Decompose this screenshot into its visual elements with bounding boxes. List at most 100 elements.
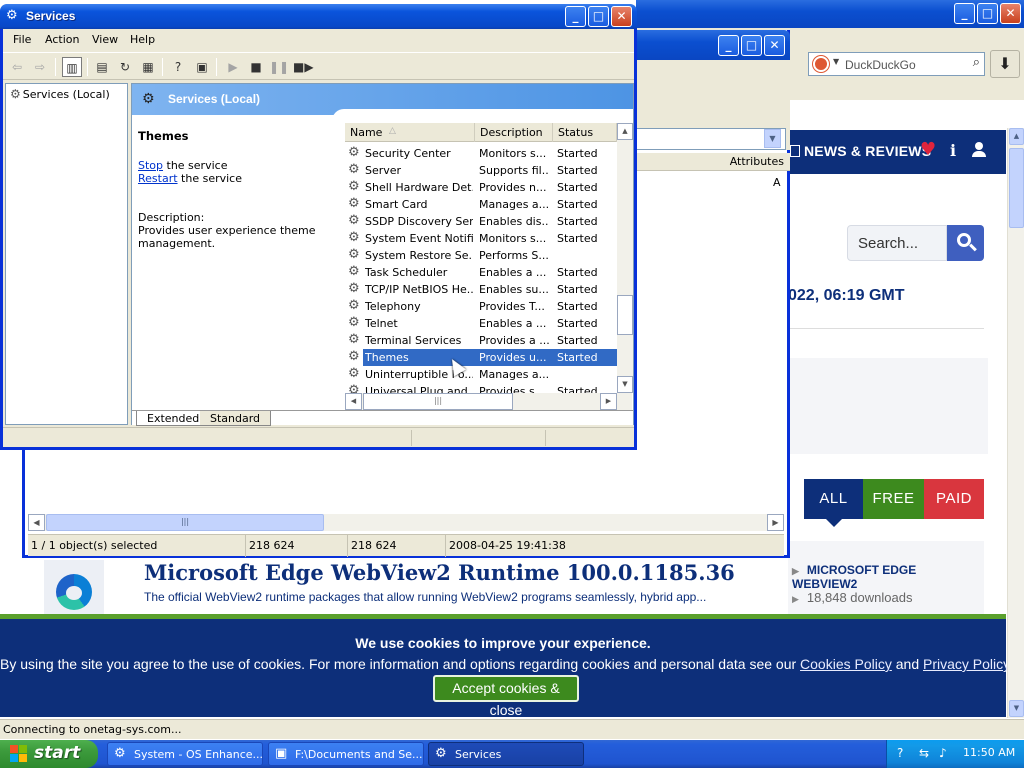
menu-action[interactable]: Action [45, 33, 79, 46]
scroll-down-icon[interactable]: ▼ [1009, 700, 1024, 717]
user-icon[interactable] [972, 142, 986, 158]
back-icon[interactable]: ⇦ [7, 57, 27, 77]
service-description: Enables su... [479, 283, 549, 296]
chevron-down-icon[interactable]: ▼ [764, 129, 781, 148]
services-titlebar[interactable]: ⚙ Services _ □ ✕ [0, 4, 637, 29]
service-name: Telephony [365, 300, 421, 313]
scroll-thumb[interactable] [1009, 148, 1024, 228]
chevron-right-icon: ▶ [792, 594, 799, 604]
heart-icon[interactable]: ♥ [920, 139, 936, 160]
close-button[interactable]: ✕ [764, 35, 785, 56]
list-item[interactable]: ⚙ Task Scheduler Enables a ... Started [345, 264, 617, 281]
tab-all[interactable]: ALL [804, 479, 863, 527]
task-system[interactable]: ⚙ System - OS Enhance... [107, 742, 263, 766]
forward-icon[interactable]: ⇨ [30, 57, 50, 77]
list-item[interactable]: ⚙ Security Center Monitors s... Started [345, 145, 617, 162]
site-search-input[interactable]: Search... [847, 225, 947, 261]
browser-vertical-scrollbar[interactable]: ▲ ▼ [1007, 128, 1024, 718]
list-item[interactable]: ⚙ Server Supports fil... Started [345, 162, 617, 179]
show-hide-tree-icon[interactable]: ▥ [62, 57, 82, 77]
divider [788, 328, 984, 329]
site-search-button[interactable] [947, 225, 984, 261]
start-button[interactable]: start [0, 740, 98, 768]
list-item[interactable]: ⚙ Universal Plug and ... Provides s... Star… [345, 383, 617, 393]
help-icon[interactable]: ? [897, 746, 903, 760]
column-header-name[interactable]: Name △ [345, 123, 475, 142]
chevron-down-icon[interactable]: ▼ [833, 57, 839, 66]
scroll-down-icon[interactable]: ▼ [617, 376, 633, 393]
privacy-policy-link[interactable]: Privacy Policy [923, 656, 1010, 672]
download-icon[interactable]: ⬇ [990, 50, 1020, 78]
license-filter-tabs: ALL FREE PAID [804, 479, 984, 527]
action-pane-icon[interactable]: ▣ [192, 57, 212, 77]
clock[interactable]: 11:50 AM [963, 746, 1015, 759]
list-item[interactable]: ⚙ System Event Notifi... Monitors s... Star… [345, 230, 617, 247]
task-services[interactable]: ⚙ Services [428, 742, 584, 766]
stop-service-link[interactable]: Stop [138, 159, 163, 172]
refresh-icon[interactable]: ↻ [115, 57, 135, 77]
minimize-button[interactable]: _ [718, 35, 739, 56]
list-item[interactable]: ⚙ Telnet Enables a ... Started [345, 315, 617, 332]
product-title[interactable]: Microsoft Edge WebView2 Runtime 100.0.11… [144, 560, 735, 585]
service-description: Manages a... [479, 368, 549, 381]
column-header-description[interactable]: Description [475, 123, 553, 142]
list-horizontal-scrollbar[interactable]: ◀ ||| ▶ [345, 393, 632, 410]
network-icon[interactable]: ⇆ [919, 746, 929, 760]
pause-service-icon[interactable]: ❚❚ [269, 57, 289, 77]
list-item[interactable]: ⚙ Uninterruptible Po... Manages a... [345, 366, 617, 383]
scroll-thumb[interactable]: ||| [46, 514, 324, 531]
extended-detail: Themes Stop the service Restart the serv… [132, 115, 342, 405]
stop-service-icon[interactable]: ■ [246, 57, 266, 77]
column-header-attributes[interactable]: Attributes [636, 153, 790, 171]
scroll-up-icon[interactable]: ▲ [617, 123, 633, 140]
menu-help[interactable]: Help [130, 33, 155, 46]
scroll-left-icon[interactable]: ◀ [345, 393, 362, 410]
maximize-button[interactable]: □ [741, 35, 762, 56]
list-item[interactable]: ⚙ Terminal Services Provides a ... Started [345, 332, 617, 349]
scroll-thumb[interactable]: ||| [363, 393, 513, 410]
restart-service-link[interactable]: Restart [138, 172, 178, 185]
list-item[interactable]: ⚙ Themes Provides u... Started [345, 349, 617, 366]
accept-cookies-button[interactable]: Accept cookies & close [433, 675, 579, 718]
properties-icon[interactable]: ▤ [92, 57, 112, 77]
side-product-link[interactable]: ▶ MICROSOFT EDGE WEBVIEW2 [792, 563, 984, 591]
menu-view[interactable]: View [92, 33, 118, 46]
scroll-left-icon[interactable]: ◀ [28, 514, 45, 531]
maximize-button[interactable]: □ [588, 6, 609, 27]
maximize-button[interactable]: □ [977, 3, 998, 24]
minimize-button[interactable]: _ [954, 3, 975, 24]
minimize-button[interactable]: _ [565, 6, 586, 27]
list-item[interactable]: ⚙ Telephony Provides T... Started [345, 298, 617, 315]
list-item[interactable]: ⚙ System Restore Se... Performs S... [345, 247, 617, 264]
scroll-thumb[interactable] [617, 295, 633, 335]
browser-search-input[interactable]: ▼ DuckDuckGo ⌕ [808, 52, 985, 76]
tab-paid[interactable]: PAID [924, 479, 984, 519]
menu-file[interactable]: File [13, 33, 31, 46]
tab-free[interactable]: FREE [863, 479, 924, 519]
list-item[interactable]: ⚙ TCP/IP NetBIOS He... Enables su... Starte… [345, 281, 617, 298]
cookies-policy-link[interactable]: Cookies Policy [800, 656, 892, 672]
list-item[interactable]: ⚙ Shell Hardware Det... Provides n... Start… [345, 179, 617, 196]
close-button[interactable]: ✕ [1000, 3, 1021, 24]
tab-standard[interactable]: Standard [200, 411, 272, 426]
list-item[interactable]: ⚙ SSDP Discovery Ser... Enables dis... Star… [345, 213, 617, 230]
close-button[interactable]: ✕ [611, 6, 632, 27]
tree-item-services-local[interactable]: ⚙ Services (Local) [10, 87, 110, 101]
service-name: Task Scheduler [365, 266, 448, 279]
nav-news-reviews[interactable]: NEWS & REVIEWS [790, 143, 931, 159]
help-icon[interactable]: ? [168, 57, 188, 77]
explorer-horizontal-scrollbar[interactable]: ◀ ||| ▶ [28, 514, 784, 531]
task-explorer[interactable]: ▣ F:\Documents and Se... [268, 742, 424, 766]
column-header-status[interactable]: Status [553, 123, 617, 142]
list-item[interactable]: ⚙ Smart Card Manages a... Started [345, 196, 617, 213]
start-service-icon[interactable]: ▶ [223, 57, 243, 77]
list-vertical-scrollbar[interactable]: ▲ ▼ [617, 123, 633, 393]
volume-icon[interactable]: ♪ [939, 746, 947, 760]
scroll-up-icon[interactable]: ▲ [1009, 128, 1024, 145]
scroll-right-icon[interactable]: ▶ [767, 514, 784, 531]
info-icon[interactable]: i [950, 141, 956, 160]
restart-service-icon[interactable]: ■▶ [293, 57, 314, 77]
scroll-right-icon[interactable]: ▶ [600, 393, 617, 410]
export-list-icon[interactable]: ▦ [138, 57, 158, 77]
search-icon[interactable]: ⌕ [973, 55, 980, 70]
